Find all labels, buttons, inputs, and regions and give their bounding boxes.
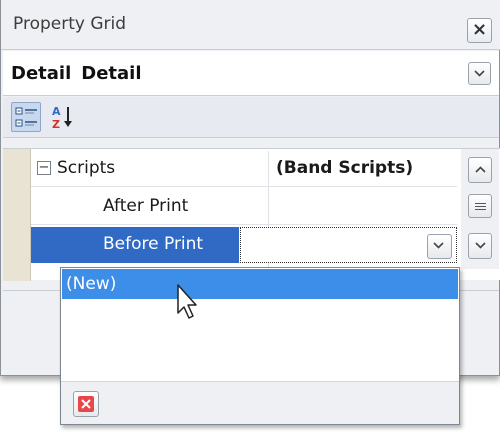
grid-gutter bbox=[3, 149, 31, 281]
collapse-icon[interactable]: − bbox=[37, 161, 51, 175]
property-row-after-print[interactable]: After Print bbox=[31, 189, 457, 225]
category-row-scripts[interactable]: − Scripts (Band Scripts) bbox=[31, 151, 457, 267]
category-label: Scripts bbox=[57, 158, 116, 178]
chevron-down-icon bbox=[433, 242, 444, 249]
categorized-view-icon bbox=[15, 107, 37, 127]
object-name: Detail bbox=[11, 63, 72, 84]
object-type: Detail bbox=[81, 63, 142, 84]
property-name: Before Print bbox=[103, 234, 204, 254]
selected-property-name-cell[interactable]: Before Print bbox=[31, 227, 239, 263]
remove-button[interactable] bbox=[73, 391, 99, 417]
scroll-up-button[interactable] bbox=[468, 157, 492, 183]
dropdown-item-new[interactable]: (New) bbox=[62, 269, 458, 299]
remove-icon bbox=[78, 396, 94, 412]
vertical-scrollbar[interactable] bbox=[461, 149, 499, 269]
script-dropdown-list[interactable]: (New) bbox=[60, 267, 460, 425]
property-row-before-print[interactable]: Before Print bbox=[31, 227, 457, 263]
property-value-editor[interactable] bbox=[240, 227, 457, 263]
chevron-down-icon bbox=[474, 70, 485, 77]
toolbar: A Z bbox=[3, 97, 499, 138]
scroll-thumb[interactable] bbox=[468, 194, 492, 218]
mouse-cursor-icon bbox=[177, 284, 197, 319]
object-selector-dropdown-button[interactable] bbox=[468, 62, 491, 85]
sort-alphabetical-button[interactable]: A Z bbox=[49, 103, 77, 131]
chevron-up-icon bbox=[475, 166, 486, 173]
category-value: (Band Scripts) bbox=[276, 158, 414, 178]
value-dropdown-button[interactable] bbox=[427, 234, 452, 259]
property-grid: − Scripts (Band Scripts) After Print Bef… bbox=[3, 148, 500, 281]
property-name: After Print bbox=[103, 196, 189, 216]
close-button[interactable]: × bbox=[467, 18, 492, 43]
sort-az-icon: A Z bbox=[52, 105, 72, 131]
categorized-view-button[interactable] bbox=[11, 102, 41, 132]
svg-text:A: A bbox=[52, 105, 61, 118]
window-title: Property Grid bbox=[13, 14, 127, 34]
title-bar: Property Grid × bbox=[1, 0, 500, 50]
dropdown-footer bbox=[61, 381, 459, 424]
scroll-down-button[interactable] bbox=[468, 233, 492, 259]
svg-text:Z: Z bbox=[52, 118, 60, 131]
chevron-down-icon bbox=[475, 242, 486, 249]
object-selector-text: Detail Detail bbox=[11, 63, 142, 84]
object-selector[interactable]: Detail Detail bbox=[3, 51, 499, 96]
